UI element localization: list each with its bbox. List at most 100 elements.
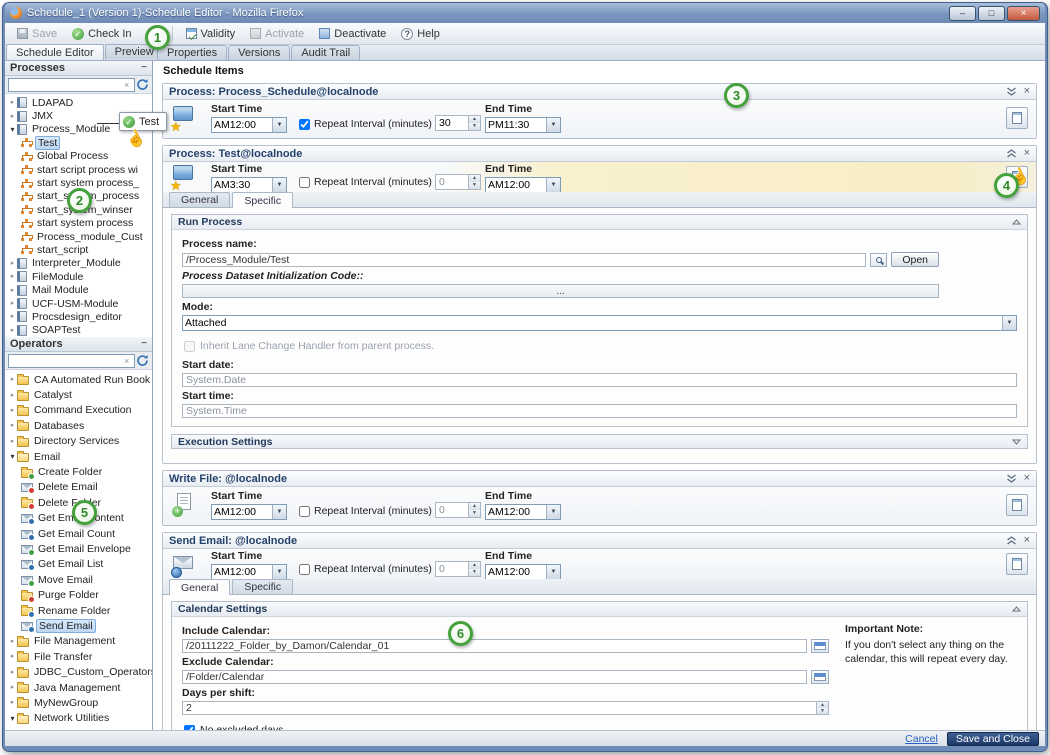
- search-icon[interactable]: [870, 253, 887, 267]
- operators-panel-header[interactable]: Operators−: [5, 337, 152, 352]
- expand-arrow-icon[interactable]: ▸: [8, 375, 17, 384]
- tree-item[interactable]: start system process: [5, 217, 152, 230]
- inherit-lane-change-checkbox[interactable]: Inherit Lane Change Handler from parent …: [182, 340, 1017, 352]
- spin-down-icon[interactable]: ▼: [469, 182, 480, 189]
- expand-arrow-icon[interactable]: ▸: [8, 312, 17, 321]
- clear-search-icon[interactable]: ×: [124, 356, 134, 366]
- expand-arrow-icon[interactable]: ▸: [8, 112, 17, 121]
- spin-down-icon[interactable]: ▼: [469, 510, 480, 517]
- interval-spinner[interactable]: ▲▼: [435, 561, 481, 577]
- expand-arrow-icon[interactable]: ▸: [8, 421, 17, 430]
- spin-up-icon[interactable]: ▲: [469, 116, 480, 123]
- refresh-icon[interactable]: [136, 354, 149, 367]
- tree-item[interactable]: ▸Databases: [5, 418, 152, 433]
- expand-arrow-icon[interactable]: ▸: [8, 391, 17, 400]
- start-time-combo[interactable]: ▼: [211, 564, 287, 580]
- activate-button[interactable]: Activate: [243, 26, 311, 42]
- chevron-double-up-icon[interactable]: [1006, 536, 1017, 545]
- run-process-header[interactable]: Run Process: [172, 215, 1027, 230]
- tab-schedule-editor[interactable]: Schedule Editor: [6, 44, 104, 60]
- expand-arrow-icon[interactable]: ▸: [8, 652, 17, 661]
- tree-item[interactable]: Rename Folder: [5, 603, 152, 618]
- interval-spinner[interactable]: ▲▼: [435, 115, 481, 131]
- tree-item[interactable]: start_script: [5, 243, 152, 256]
- collapse-panel-icon[interactable]: −: [141, 63, 147, 73]
- tree-item[interactable]: ▾Network Utilities: [5, 711, 152, 726]
- dropdown-arrow-icon[interactable]: ▼: [272, 118, 286, 132]
- collapse-panel-icon[interactable]: −: [141, 339, 147, 349]
- spin-up-icon[interactable]: ▲: [469, 503, 480, 510]
- item-notes-button[interactable]: [1006, 553, 1028, 575]
- expand-arrow-icon[interactable]: ▸: [8, 299, 17, 308]
- interval-spinner[interactable]: ▲▼: [435, 174, 481, 190]
- dropdown-arrow-icon[interactable]: ▼: [546, 565, 560, 579]
- start-time-combo[interactable]: ▼: [211, 117, 287, 133]
- tree-item[interactable]: Get Email List: [5, 557, 152, 572]
- tree-item[interactable]: ▸JDBC_Custom_Operators: [5, 664, 152, 679]
- dropdown-arrow-icon[interactable]: ▼: [546, 505, 560, 519]
- end-time-combo[interactable]: ▼: [485, 177, 561, 193]
- collapse-section-icon[interactable]: [1012, 219, 1021, 225]
- process-name-input[interactable]: [182, 253, 866, 267]
- dropdown-arrow-icon[interactable]: ▼: [272, 178, 286, 192]
- chevron-double-up-icon[interactable]: [1006, 149, 1017, 158]
- item-notes-button[interactable]: [1006, 107, 1028, 129]
- tab-properties[interactable]: Properties: [157, 45, 227, 60]
- expand-arrow-icon[interactable]: ▸: [8, 437, 17, 446]
- open-button[interactable]: Open: [891, 252, 939, 267]
- help-button[interactable]: ?Help: [394, 26, 447, 42]
- expand-arrow-icon[interactable]: ▸: [8, 637, 17, 646]
- refresh-icon[interactable]: [136, 78, 149, 91]
- expand-arrow-icon[interactable]: ▸: [8, 668, 17, 677]
- calendar-settings-header[interactable]: Calendar Settings: [172, 602, 1027, 617]
- tree-item[interactable]: ▸SOAPTest: [5, 324, 152, 337]
- expand-arrow-icon[interactable]: ▸: [8, 683, 17, 692]
- tree-item[interactable]: ▸Mail Module: [5, 283, 152, 296]
- dropdown-arrow-icon[interactable]: ▼: [546, 178, 560, 192]
- process-search-input[interactable]: [8, 78, 135, 92]
- tree-item[interactable]: ▸Interpreter_Module: [5, 257, 152, 270]
- dropdown-arrow-icon[interactable]: ▼: [1002, 316, 1016, 330]
- collapse-section-icon[interactable]: [1012, 606, 1021, 612]
- tree-item[interactable]: ▸Catalyst: [5, 387, 152, 402]
- tree-item[interactable]: ▸Procsdesign_editor: [5, 310, 152, 323]
- tree-item[interactable]: Purge Folder: [5, 587, 152, 602]
- repeat-interval-checkbox[interactable]: Repeat Interval (minutes): [299, 563, 432, 575]
- deactivate-button[interactable]: Deactivate: [312, 26, 393, 42]
- remove-item-icon[interactable]: ×: [1024, 473, 1030, 484]
- tab-versions[interactable]: Versions: [228, 45, 290, 60]
- remove-item-icon[interactable]: ×: [1024, 535, 1030, 546]
- end-time-combo[interactable]: ▼: [485, 564, 561, 580]
- include-calendar-input[interactable]: [182, 639, 807, 653]
- remove-item-icon[interactable]: ×: [1024, 86, 1030, 97]
- titlebar[interactable]: Schedule_1 (Version 1)-Schedule Editor -…: [5, 3, 1045, 23]
- tab-general[interactable]: General: [169, 579, 230, 595]
- tree-item[interactable]: ▸Java Management: [5, 680, 152, 695]
- start-time-combo[interactable]: ▼: [211, 504, 287, 520]
- start-time-input[interactable]: [182, 404, 1017, 418]
- tree-item[interactable]: Process_module_Cust: [5, 230, 152, 243]
- panel-header[interactable]: Process: Test@localnode ×: [163, 146, 1036, 162]
- days-per-shift-spinner[interactable]: ▲▼: [182, 701, 829, 715]
- panel-header[interactable]: Write File: @localnode ×: [163, 471, 1036, 487]
- maximize-button[interactable]: □: [978, 6, 1005, 21]
- dropdown-arrow-icon[interactable]: ▼: [546, 118, 560, 132]
- collapse-arrow-icon[interactable]: ▾: [8, 452, 17, 461]
- tree-item[interactable]: start script process wi: [5, 163, 152, 176]
- tree-item[interactable]: Delete Email: [5, 480, 152, 495]
- exclude-calendar-input[interactable]: [182, 670, 807, 684]
- expand-arrow-icon[interactable]: ▸: [8, 326, 17, 335]
- collapse-arrow-icon[interactable]: ▾: [8, 125, 17, 134]
- panel-header[interactable]: Send Email: @localnode ×: [163, 533, 1036, 549]
- end-time-combo[interactable]: ▼: [485, 504, 561, 520]
- tree-item-selected[interactable]: Send Email: [5, 618, 152, 633]
- chevron-double-down-icon[interactable]: [1006, 87, 1017, 96]
- save-and-close-button[interactable]: Save and Close: [947, 732, 1039, 746]
- save-button[interactable]: Save: [10, 26, 64, 42]
- tree-item[interactable]: ▸Command Execution: [5, 403, 152, 418]
- tab-general[interactable]: General: [169, 192, 230, 207]
- expand-section-icon[interactable]: [1012, 439, 1021, 445]
- expand-arrow-icon[interactable]: ▸: [8, 98, 17, 107]
- check-in-button[interactable]: ✓Check In: [65, 26, 138, 42]
- spin-down-icon[interactable]: ▼: [469, 569, 480, 576]
